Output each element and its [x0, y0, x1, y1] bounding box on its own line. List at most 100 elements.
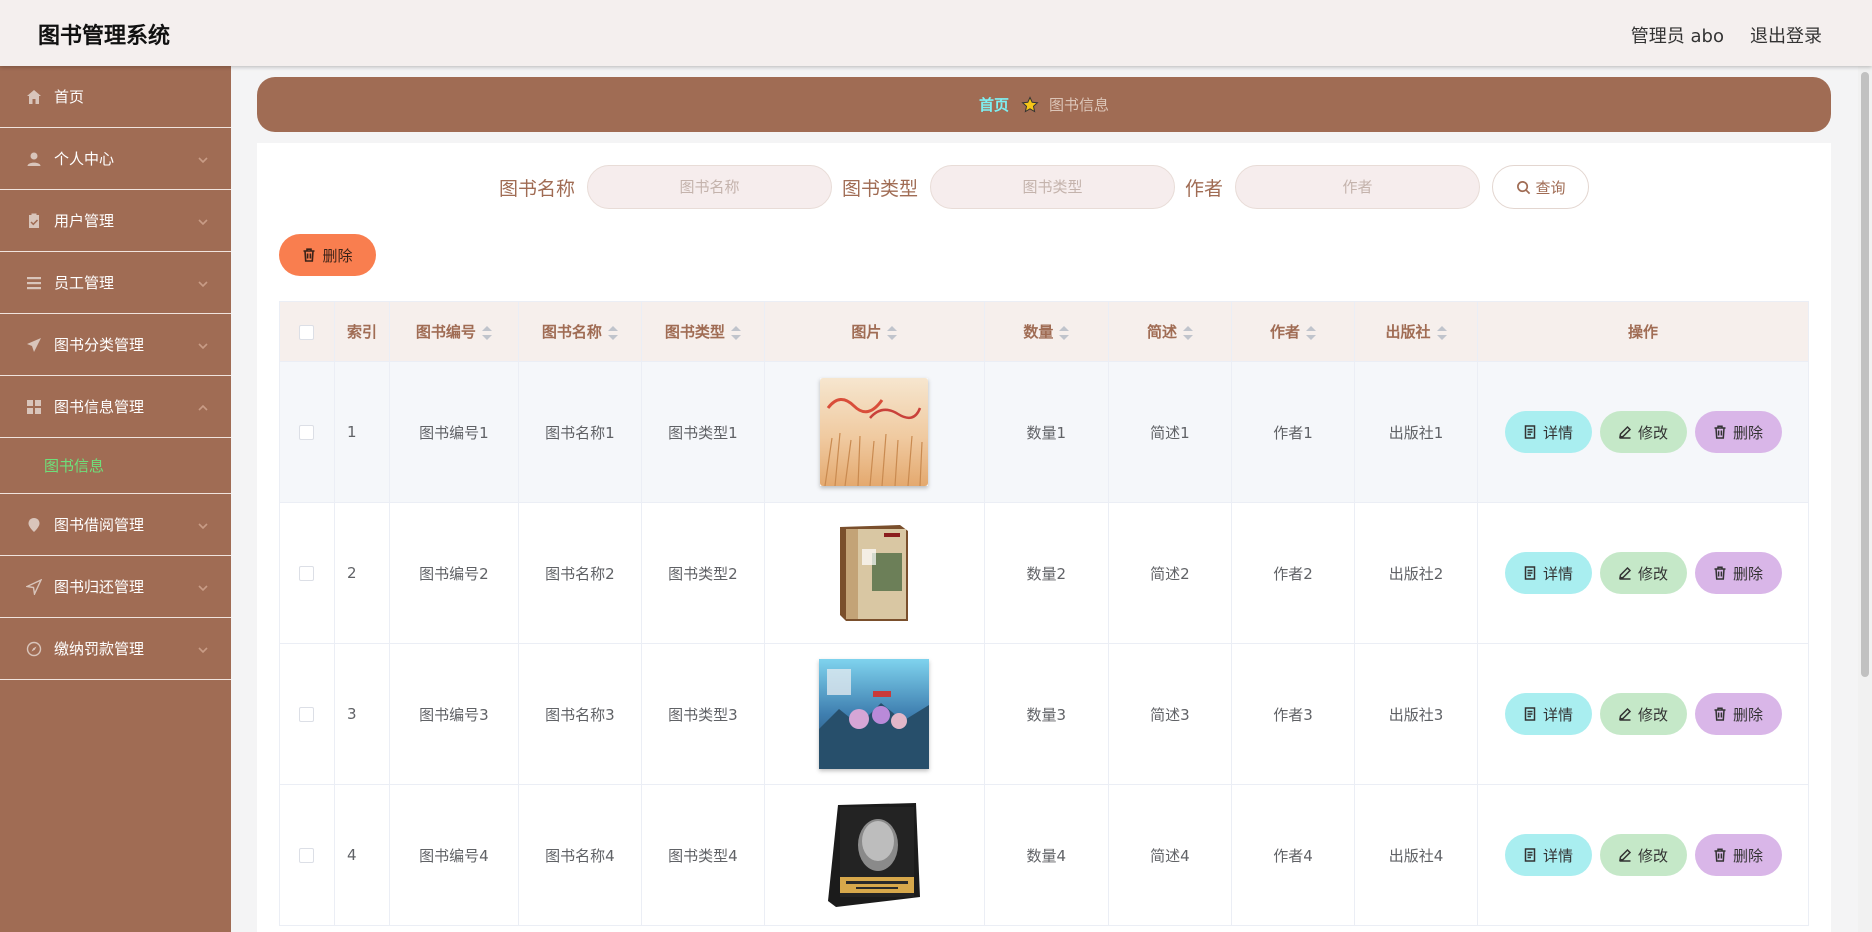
sidebar-item-label: 图书归还管理: [54, 578, 145, 596]
scrollbar-thumb[interactable]: [1861, 72, 1869, 677]
detail-button[interactable]: 详情: [1504, 834, 1592, 876]
detail-label: 详情: [1543, 564, 1574, 583]
trash-icon: [1714, 848, 1726, 862]
edit-button[interactable]: 修改: [1599, 693, 1687, 735]
sidebar-item-fines[interactable]: 缴纳罚款管理: [0, 618, 231, 680]
col-header-type[interactable]: 图书类型: [640, 301, 765, 362]
book-type-input[interactable]: [930, 165, 1175, 209]
page-scrollbar[interactable]: [1858, 66, 1872, 932]
cell-type: 图书类型1: [640, 361, 765, 503]
cell-actions: 详情 修改 删除: [1477, 784, 1809, 926]
sidebar-item-label: 缴纳罚款管理: [54, 640, 145, 658]
query-button[interactable]: 查询: [1492, 165, 1590, 209]
sidebar-item-book-info[interactable]: 图书信息管理: [0, 376, 231, 438]
book-name-input[interactable]: [586, 165, 832, 209]
clipboard-icon: [26, 213, 42, 229]
delete-button[interactable]: 删除: [1694, 693, 1782, 735]
sidebar-item-staff[interactable]: 员工管理: [0, 252, 231, 314]
logout-link[interactable]: 退出登录: [1750, 22, 1822, 48]
edit-button[interactable]: 修改: [1599, 411, 1687, 453]
col-header-code[interactable]: 图书编号: [388, 301, 519, 362]
detail-button[interactable]: 详情: [1504, 552, 1592, 594]
cell-type: 图书类型2: [640, 502, 765, 644]
cell-image: [763, 361, 985, 503]
send-icon: [26, 337, 42, 353]
edit-button[interactable]: 修改: [1599, 834, 1687, 876]
col-header-label: 图书编号: [415, 323, 476, 341]
compass-icon: [26, 641, 42, 657]
col-header-author[interactable]: 作者: [1230, 301, 1356, 362]
sidebar-item-book-category[interactable]: 图书分类管理: [0, 314, 231, 376]
detail-button[interactable]: 详情: [1504, 693, 1592, 735]
delete-button[interactable]: 删除: [1694, 411, 1782, 453]
sort-icon[interactable]: [1059, 325, 1070, 340]
cell-actions: 详情 修改 删除: [1477, 361, 1809, 503]
cell-image: [763, 643, 985, 785]
book-name-label: 图书名称: [498, 177, 575, 200]
cell-desc: 简述3: [1107, 643, 1232, 785]
sort-icon[interactable]: [1436, 325, 1447, 340]
detail-button[interactable]: 详情: [1504, 411, 1592, 453]
breadcrumb-home[interactable]: 首页: [979, 94, 1009, 115]
batch-delete-button[interactable]: 删除: [279, 234, 376, 276]
row-checkbox[interactable]: [299, 425, 315, 440]
col-header-image[interactable]: 图片: [763, 301, 985, 362]
delete-label: 删除: [1733, 423, 1764, 442]
table-header-row: 索引 图书编号 图书名称 图书类型 图片 数量 简述 作者 出版社 操作: [279, 301, 1809, 362]
cell-author: 作者4: [1230, 784, 1356, 926]
sidebar-item-return[interactable]: 图书归还管理: [0, 556, 231, 618]
trash-icon: [1714, 707, 1726, 721]
sidebar-item-users[interactable]: 用户管理: [0, 190, 231, 252]
cell-author: 作者2: [1230, 502, 1356, 644]
col-header-qty[interactable]: 数量: [983, 301, 1109, 362]
book-cover-image: [819, 659, 930, 769]
cell-publisher: 出版社1: [1353, 361, 1479, 503]
sort-icon[interactable]: [887, 325, 898, 340]
col-header-label: 图书类型: [664, 323, 725, 341]
cell-publisher: 出版社2: [1353, 502, 1479, 644]
row-checkbox[interactable]: [299, 566, 315, 581]
sidebar-item-borrow[interactable]: 图书借阅管理: [0, 494, 231, 556]
batch-delete-label: 删除: [322, 246, 353, 265]
cell-type: 图书类型4: [640, 784, 765, 926]
sort-icon[interactable]: [1305, 325, 1316, 340]
content-panel: 图书名称 图书类型 作者 查询 删除 索引 图书编号 图书名称 图书类型 图片 …: [257, 143, 1831, 932]
col-header-label: 数量: [1023, 323, 1054, 341]
row-checkbox[interactable]: [299, 848, 315, 863]
cell-publisher: 出版社4: [1353, 784, 1479, 926]
delete-button[interactable]: 删除: [1694, 834, 1782, 876]
cell-type: 图书类型3: [640, 643, 765, 785]
document-icon: [1524, 566, 1536, 580]
cell-code: 图书编号4: [388, 784, 519, 926]
cell-index: 1: [333, 361, 390, 503]
sidebar-item-profile[interactable]: 个人中心: [0, 128, 231, 190]
search-form: 图书名称 图书类型 作者 查询: [257, 165, 1831, 209]
col-header-desc[interactable]: 简述: [1107, 301, 1232, 362]
edit-button[interactable]: 修改: [1599, 552, 1687, 594]
sort-icon[interactable]: [730, 325, 741, 340]
document-icon: [1524, 425, 1536, 439]
table-row: 2 图书编号2 图书名称2 图书类型2 数量2 简述2 作者2 出版社2 详情 …: [279, 502, 1809, 644]
sidebar-item-home[interactable]: 首页: [0, 66, 231, 128]
row-checkbox[interactable]: [299, 707, 315, 722]
sort-icon[interactable]: [1182, 325, 1193, 340]
book-type-label: 图书类型: [841, 177, 918, 200]
chevron-down-icon: [197, 276, 209, 288]
author-input[interactable]: [1235, 165, 1481, 209]
select-all-checkbox[interactable]: [299, 324, 315, 340]
sort-icon[interactable]: [607, 325, 618, 340]
col-header-publisher[interactable]: 出版社: [1353, 301, 1479, 362]
delete-button[interactable]: 删除: [1694, 552, 1782, 594]
star-icon: [1021, 95, 1039, 114]
breadcrumb-current: 图书信息: [1049, 96, 1110, 114]
document-icon: [1524, 707, 1536, 721]
book-cover-image: [820, 378, 929, 486]
col-header-name[interactable]: 图书名称: [517, 301, 642, 362]
cell-qty: 数量2: [983, 502, 1109, 644]
delete-label: 删除: [1733, 564, 1764, 583]
cell-actions: 详情 修改 删除: [1477, 502, 1809, 644]
submenu-item-book-info[interactable]: 图书信息: [0, 438, 231, 494]
chevron-down-icon: [197, 214, 209, 226]
document-icon: [1524, 848, 1536, 862]
sort-icon[interactable]: [481, 325, 492, 340]
